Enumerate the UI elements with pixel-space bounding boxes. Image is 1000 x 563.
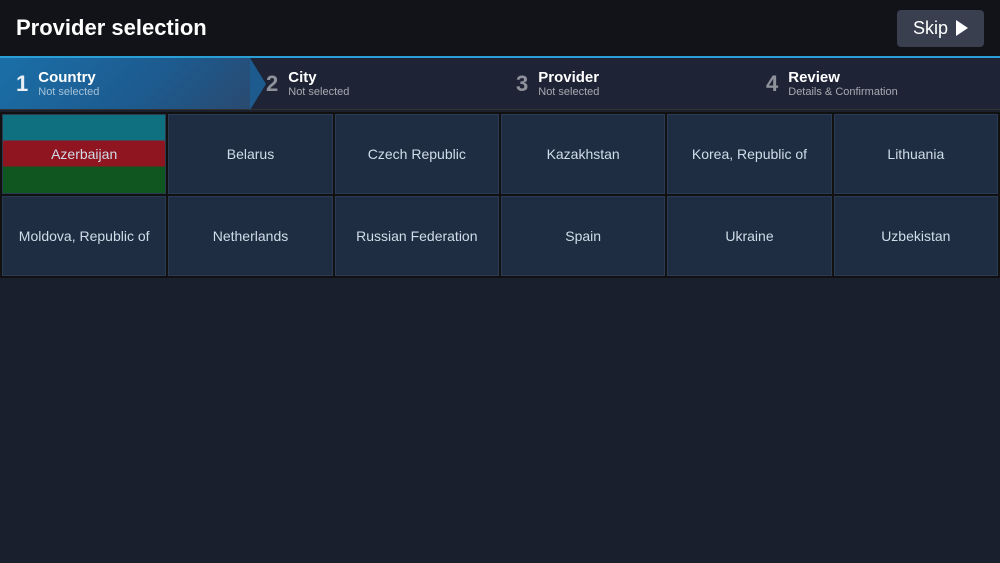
country-cell-czech-republic[interactable]: Czech Republic: [335, 114, 499, 194]
step-1-sublabel: Not selected: [38, 86, 99, 98]
step-provider[interactable]: 3 Provider Not selected: [500, 58, 750, 109]
country-name-azerbaijan: Azerbaijan: [51, 146, 117, 162]
country-name-spain: Spain: [565, 228, 601, 244]
country-name-czech-republic: Czech Republic: [368, 146, 466, 162]
skip-button[interactable]: Skip: [897, 10, 984, 47]
country-name-russian-federation: Russian Federation: [356, 228, 477, 244]
step-review[interactable]: 4 Review Details & Confirmation: [750, 58, 1000, 109]
skip-label: Skip: [913, 18, 948, 39]
country-name-korea: Korea, Republic of: [692, 146, 807, 162]
country-cell-russian-federation[interactable]: Russian Federation: [335, 196, 499, 276]
country-name-moldova: Moldova, Republic of: [19, 228, 150, 244]
step-1-label: Country: [38, 69, 99, 86]
country-name-lithuania: Lithuania: [887, 146, 944, 162]
step-4-number: 4: [766, 71, 778, 97]
country-cell-netherlands[interactable]: Netherlands: [168, 196, 332, 276]
country-cell-kazakhstan[interactable]: Kazakhstan: [501, 114, 665, 194]
step-city[interactable]: 2 City Not selected: [250, 58, 500, 109]
country-cell-azerbaijan[interactable]: Azerbaijan: [2, 114, 166, 194]
step-3-sublabel: Not selected: [538, 86, 599, 98]
step-3-number: 3: [516, 71, 528, 97]
country-cell-ukraine[interactable]: Ukraine: [667, 196, 831, 276]
steps-navigation: 1 Country Not selected 2 City Not select…: [0, 58, 1000, 110]
header-bar: Provider selection Skip: [0, 0, 1000, 58]
step-3-label: Provider: [538, 69, 599, 86]
step-2-number: 2: [266, 71, 278, 97]
country-name-netherlands: Netherlands: [213, 228, 289, 244]
step-2-label: City: [288, 69, 349, 86]
page-title: Provider selection: [16, 15, 207, 41]
step-4-label: Review: [788, 69, 897, 86]
country-name-kazakhstan: Kazakhstan: [547, 146, 620, 162]
country-name-belarus: Belarus: [227, 146, 274, 162]
country-cell-spain[interactable]: Spain: [501, 196, 665, 276]
country-name-uzbekistan: Uzbekistan: [881, 228, 950, 244]
arrow-right-icon: [956, 20, 968, 36]
step-1-number: 1: [16, 71, 28, 97]
country-grid: Azerbaijan Belarus Czech Republic Kazakh…: [0, 112, 1000, 278]
step-country[interactable]: 1 Country Not selected: [0, 58, 250, 109]
country-cell-belarus[interactable]: Belarus: [168, 114, 332, 194]
step-2-sublabel: Not selected: [288, 86, 349, 98]
step-4-sublabel: Details & Confirmation: [788, 86, 897, 98]
country-cell-lithuania[interactable]: Lithuania: [834, 114, 998, 194]
country-name-ukraine: Ukraine: [725, 228, 773, 244]
country-cell-uzbekistan[interactable]: Uzbekistan: [834, 196, 998, 276]
country-cell-korea[interactable]: Korea, Republic of: [667, 114, 831, 194]
country-cell-moldova[interactable]: Moldova, Republic of: [2, 196, 166, 276]
